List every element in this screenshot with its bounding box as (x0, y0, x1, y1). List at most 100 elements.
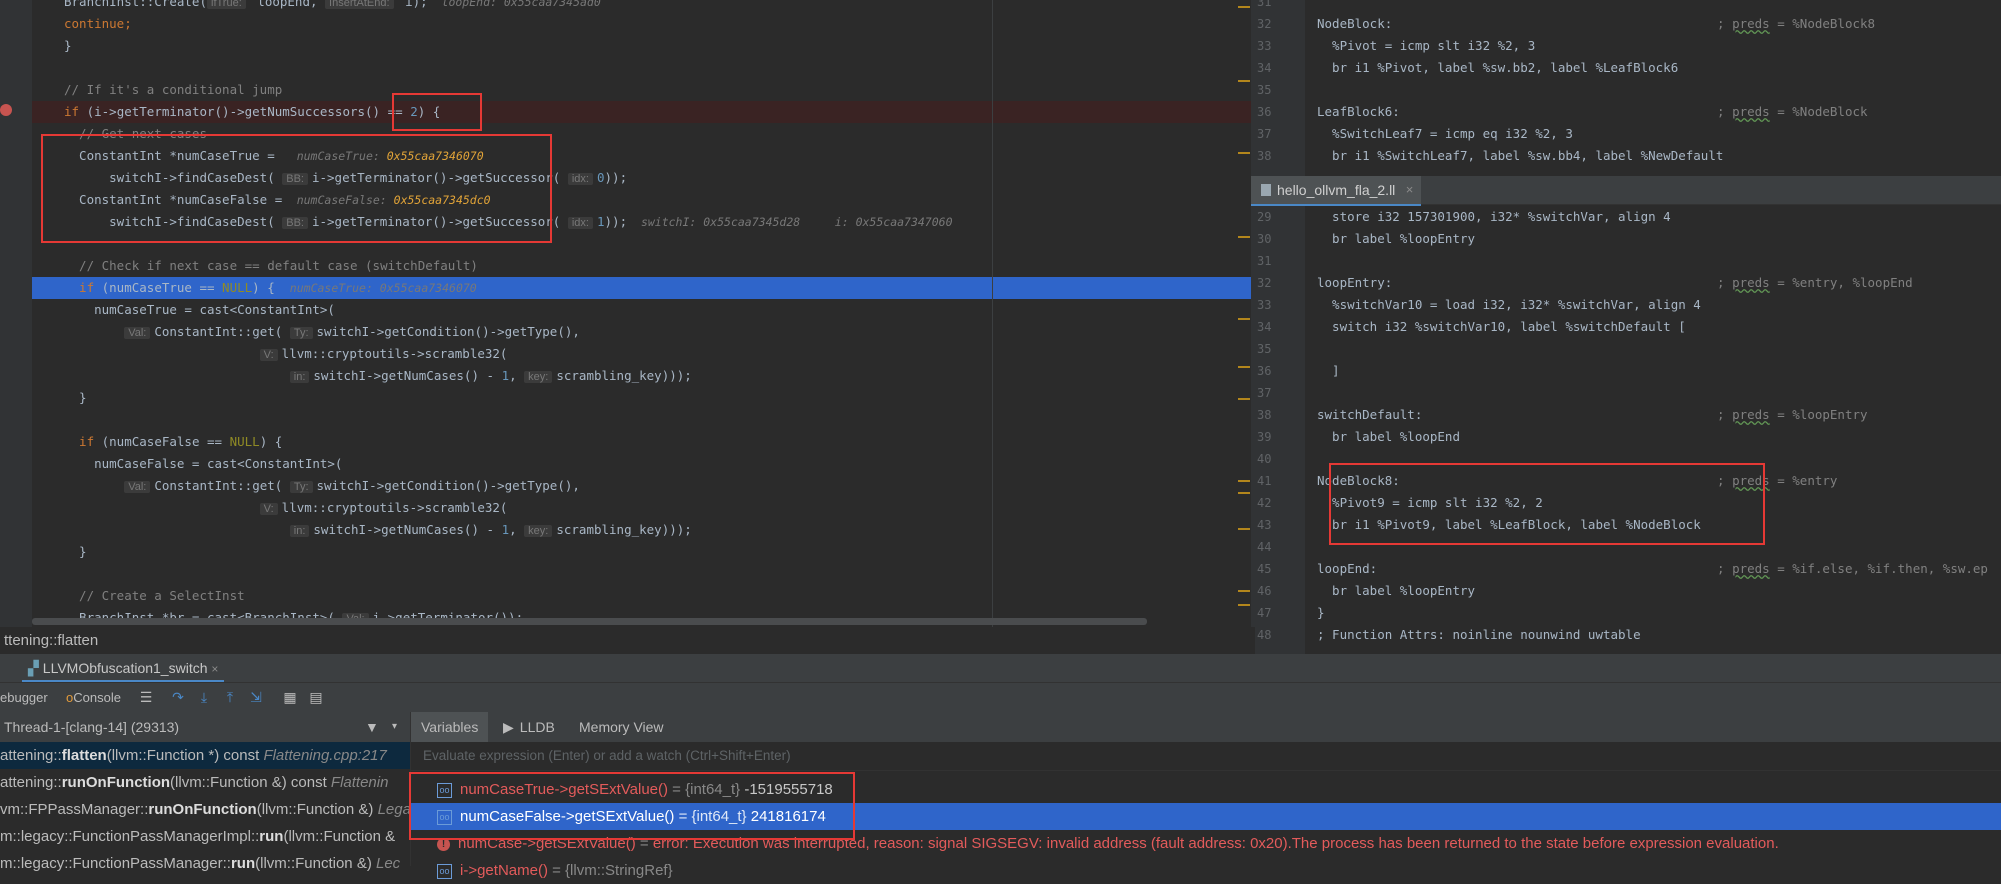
line-number: 36 (1257, 105, 1272, 119)
code-token: ConstantInt::get( (154, 324, 290, 339)
stack-frame[interactable]: m::legacy::FunctionPassManager::run(llvm… (0, 850, 410, 877)
chevron-down-icon[interactable]: ▾ (392, 712, 397, 742)
step-into-icon[interactable]: ⤓ (196, 690, 212, 706)
comment-text: = %entry (1769, 473, 1838, 488)
tab-console[interactable]: oConsole (66, 687, 121, 709)
code-line: continue; (64, 13, 132, 35)
code-token: switchI->getNumCases() - (313, 522, 502, 537)
line-number: 31 (1257, 254, 1272, 268)
step-over-icon[interactable]: ↷ (170, 690, 186, 706)
code-token: if (64, 104, 80, 119)
frame-signature: (llvm::Function &) const (170, 774, 331, 791)
code-line: if (i->getTerminator()->getNumSuccessors… (64, 101, 440, 123)
code-line: in: switchI->getNumCases() - 1, key: scram… (64, 519, 692, 541)
code-token: switchI->getNumCases() - (313, 368, 502, 383)
parameter-hint: InsertAtEnd: (325, 0, 394, 9)
thread-selector[interactable]: Thread-1-[clang-14] (29313) ▼ ▾ (0, 712, 410, 742)
comment-keyword: preds (1732, 16, 1770, 31)
line-number: 34 (1257, 61, 1272, 75)
left-code-editor[interactable]: BranchInst::Create(ifTrue: loopEnd, Inse… (0, 0, 1251, 627)
ir-code-line: loopEntry:; preds = %entry, %loopEnd (1317, 272, 1913, 294)
frame-signature: (llvm::Function &) (255, 855, 376, 872)
frames-panel: Thread-1-[clang-14] (29313) ▼ ▾ attening… (0, 712, 411, 872)
code-token: (numCaseFalse == (94, 434, 230, 449)
menu-icon[interactable]: ☰ (138, 690, 154, 706)
frame-signature: (llvm::Function &) (256, 801, 378, 818)
parameter-hint: key: (524, 371, 553, 383)
stack-frame[interactable]: vm::FPPassManager::runOnFunction(llvm::F… (0, 796, 410, 823)
line-number: 38 (1257, 408, 1272, 422)
comment-text: = %NodeBlock8 (1769, 16, 1876, 31)
parameter-hint: idx: (567, 173, 593, 185)
filter-icon[interactable]: ▼ (365, 712, 379, 742)
annotation-box-num-successors (392, 93, 482, 131)
step-out-icon[interactable]: ⤒ (222, 690, 238, 706)
close-icon[interactable]: × (211, 662, 218, 676)
ir-code-line: %Pivot = icmp slt i32 %2, 3 (1317, 35, 1535, 57)
ir-code-line: NodeBlock:; preds = %NodeBlock8 (1317, 13, 1875, 35)
file-icon (1261, 184, 1271, 196)
ir-code-line: ; Function Attrs: noinline nounwind uwta… (1317, 624, 1641, 646)
ir-code: %SwitchLeaf7 = icmp eq i32 %2, 3 (1317, 126, 1573, 141)
stack-frame[interactable]: m::legacy::FunctionPassManagerImpl::run(… (0, 823, 410, 850)
ir-code: br label %loopEnd (1317, 429, 1460, 444)
left-gutter[interactable] (0, 0, 32, 627)
code-token: switchI->getCondition()->getType(), (316, 478, 580, 493)
tab-debug-session[interactable]: ▞ LLVMObfuscation1_switch × (22, 656, 225, 683)
layout-icon[interactable]: ▤ (308, 690, 324, 706)
watch-type: = {llvm::StringRef} (547, 862, 673, 879)
code-line: } (64, 35, 72, 57)
line-number: 47 (1257, 606, 1272, 620)
watch-row[interactable]: oo i->getName() = {llvm::StringRef} (411, 857, 2001, 884)
frame-scope: vm::FPPassManager:: (0, 801, 149, 818)
tab-hello-ollvm-fla-2[interactable]: hello_ollvm_fla_2.ll × (1251, 176, 1422, 206)
code-line: } (64, 387, 87, 409)
code-line: V: llvm::cryptoutils->scramble32( (64, 343, 507, 365)
evaluate-expression-input[interactable]: Evaluate expression (Enter) or add a wat… (411, 742, 2001, 771)
line-number: 38 (1257, 149, 1272, 163)
tab-variables[interactable]: Variables (411, 712, 489, 742)
tab-lldb[interactable]: ▶ LLDB (503, 712, 555, 742)
code-token: (i->getTerminator()->getNumSuccessors() … (79, 104, 411, 119)
frame-signature: (llvm::Function *) const (106, 747, 264, 764)
debug-icon: ▞ (28, 660, 39, 676)
ir-comment: ; preds = %NodeBlock (1717, 101, 1868, 123)
code-token: // Create a SelectInst (64, 588, 245, 603)
code-token: numCaseTrue = cast<ConstantInt>( (64, 302, 335, 317)
breakpoint-icon[interactable] (0, 104, 12, 116)
ir-code: loopEntry: (1317, 275, 1393, 290)
tab-memory-view[interactable]: Memory View (579, 712, 664, 742)
breadcrumb[interactable]: ttening::flatten (0, 627, 1255, 654)
stack-frame[interactable]: attening::runOnFunction(llvm::Function &… (0, 769, 410, 796)
code-token: if (64, 280, 95, 295)
error-stripe[interactable] (1238, 0, 1251, 627)
comment-keyword: preds (1732, 275, 1770, 290)
code-token: 1 (501, 368, 510, 383)
code-token: 1 (596, 214, 605, 229)
code-token: ) { (252, 280, 290, 295)
code-line: // Check if next case == default case (s… (64, 255, 478, 277)
line-number: 32 (1257, 17, 1272, 31)
line-number: 37 (1257, 127, 1272, 141)
ir-code-line: loopEnd:; preds = %if.else, %if.then, %s… (1317, 558, 1988, 580)
right-ir-editor[interactable]: 31 32 33 34 35 36 37 38 NodeBlock:; preds = %Nod… (1251, 0, 2001, 654)
horizontal-scrollbar[interactable] (32, 618, 1147, 625)
table-view-icon[interactable]: ▦ (282, 690, 298, 706)
close-icon[interactable]: × (1406, 176, 1414, 204)
stack-frame[interactable]: attening::flatten(llvm::Function *) cons… (0, 742, 410, 769)
code-line: } (64, 541, 87, 563)
ir-code: LeafBlock6: (1317, 104, 1400, 119)
line-number: 40 (1257, 452, 1272, 466)
run-to-cursor-icon[interactable]: ⇲ (248, 690, 264, 706)
console-label: Console (73, 690, 121, 705)
line-number: 45 (1257, 562, 1272, 576)
inline-debug-value: numCaseTrue: 0x55caa7346070 (289, 281, 477, 295)
watch-expression: i->getName() (460, 862, 548, 879)
comment-text: = %if.else, %if.then, %sw.ep (1769, 561, 1988, 576)
tab-debugger[interactable]: ebugger (0, 687, 48, 709)
code-token: switchI->getCondition()->getType(), (316, 324, 580, 339)
comment-keyword: preds (1732, 104, 1770, 119)
line-number: 37 (1257, 386, 1272, 400)
